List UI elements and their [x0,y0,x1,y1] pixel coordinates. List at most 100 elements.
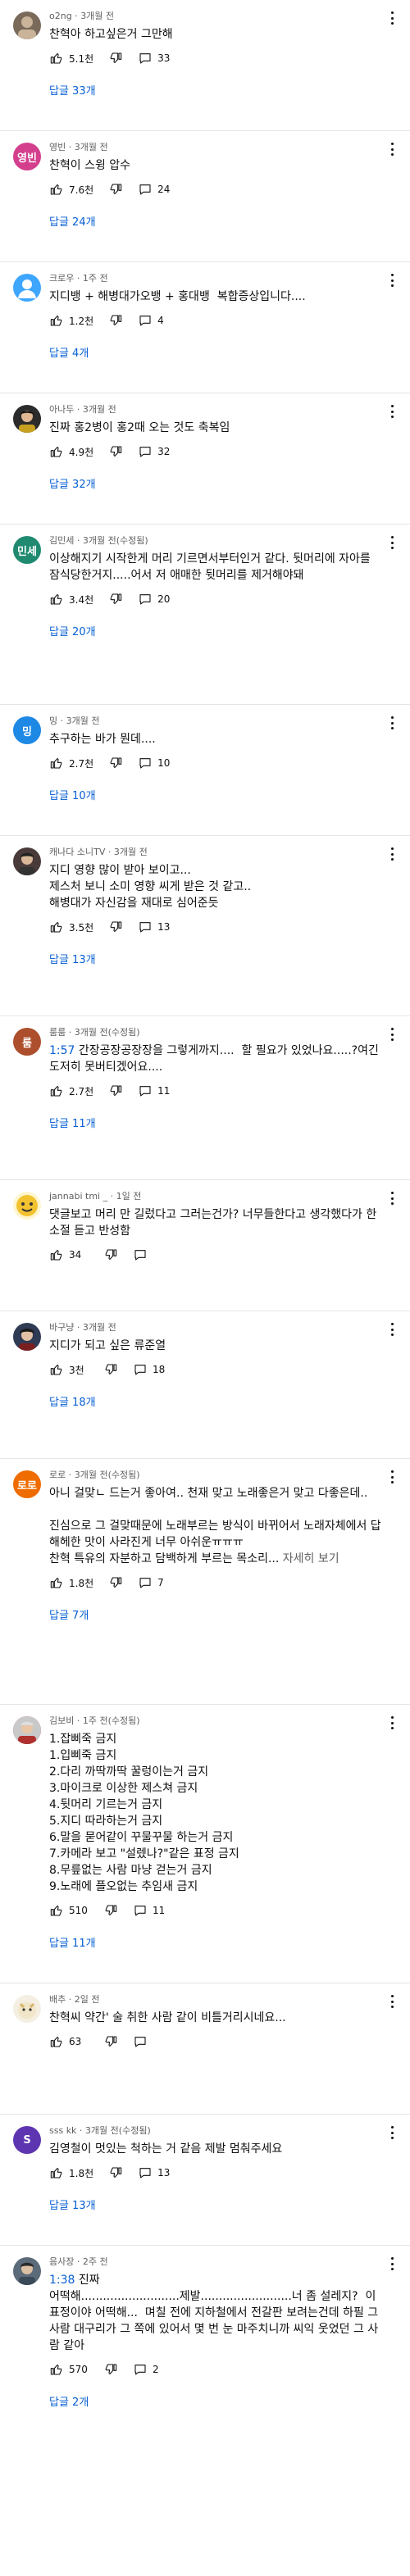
comment-time[interactable]: 3개월 전 [83,1322,116,1333]
thumb-up-icon[interactable] [49,444,64,459]
thumb-up-icon[interactable] [49,51,64,66]
avatar[interactable]: 로로 [13,1470,41,1498]
reply-icon[interactable] [138,592,153,607]
reply-icon[interactable] [138,1084,153,1098]
comment-time[interactable]: 1주 전(수정됨) [83,1715,140,1726]
replies-button[interactable]: 답글 13개 [44,946,101,971]
thumb-up-icon[interactable] [49,756,64,770]
thumb-down-icon[interactable] [108,313,123,328]
thumb-down-icon[interactable] [108,592,123,607]
thumb-up-icon[interactable] [49,2165,64,2180]
thumb-down-icon[interactable] [108,2165,123,2180]
comment-author[interactable]: jannabi tmi _ [49,1191,107,1202]
thumb-down-icon[interactable] [103,2034,118,2049]
thumb-down-icon[interactable] [108,756,123,770]
comment-time[interactable]: 3개월 전 [66,716,100,726]
avatar[interactable] [13,1716,41,1744]
reply-icon[interactable] [138,756,153,770]
comment-author[interactable]: 룸룸 [49,1027,66,1038]
thumb-down-icon[interactable] [103,1362,118,1377]
comment-author[interactable]: 영빈 [49,142,66,152]
avatar[interactable] [13,847,41,875]
more-vert-icon[interactable] [385,141,399,157]
replies-button[interactable]: 답글 10개 [44,782,101,807]
more-vert-icon[interactable] [385,2256,399,2272]
reply-icon[interactable] [138,920,153,934]
more-vert-icon[interactable] [385,272,399,288]
comment-time[interactable]: 3개월 전(수정됨) [75,1470,140,1480]
avatar[interactable]: 민세 [13,536,41,564]
comment-author[interactable]: sss kk [49,2125,76,2136]
more-vert-icon[interactable] [385,1469,399,1485]
comment-author[interactable]: 김민세 [49,535,74,546]
comment-time[interactable]: 3개월 전(수정됨) [85,2125,151,2136]
comment-time[interactable]: 1주 전 [83,273,108,284]
thumb-down-icon[interactable] [103,1247,118,1262]
reply-icon[interactable] [138,51,153,66]
replies-button[interactable]: 답글 7개 [44,1601,93,1627]
reply-icon[interactable] [133,1247,148,1262]
reply-icon[interactable] [133,2034,148,2049]
comment-author[interactable]: o2ng [49,11,72,21]
replies-button[interactable]: 답글 24개 [44,208,101,234]
more-vert-icon[interactable] [385,715,399,731]
avatar[interactable]: 밍 [13,716,41,744]
thumb-down-icon[interactable] [108,444,123,459]
comment-author[interactable]: 아나두 [49,404,74,415]
thumb-down-icon[interactable] [103,1903,118,1918]
avatar[interactable] [13,274,41,302]
replies-button[interactable]: 답글 20개 [44,618,101,643]
replies-button[interactable]: 답글 32개 [44,470,101,496]
replies-button[interactable]: 답글 18개 [44,1388,101,1414]
reply-icon[interactable] [138,182,153,197]
comment-time[interactable]: 1일 전 [116,1191,142,1202]
more-vert-icon[interactable] [385,10,399,26]
reply-icon[interactable] [133,1362,148,1377]
avatar[interactable]: 룸 [13,1028,41,1056]
thumb-up-icon[interactable] [49,1247,64,1262]
comment-time[interactable]: 3개월 전(수정됨) [75,1027,140,1038]
comment-author[interactable]: 음사장 [49,2256,74,2267]
comment-author[interactable]: 로로 [49,1470,66,1480]
timestamp-link[interactable]: 1:57 [49,1044,75,1057]
thumb-down-icon[interactable] [108,1575,123,1590]
avatar[interactable] [13,405,41,433]
thumb-up-icon[interactable] [49,592,64,607]
more-vert-icon[interactable] [385,1190,399,1206]
avatar[interactable] [13,1192,41,1220]
thumb-down-icon[interactable] [103,2362,118,2377]
thumb-up-icon[interactable] [49,1903,64,1918]
reply-icon[interactable] [138,444,153,459]
replies-button[interactable]: 답글 33개 [44,77,101,102]
comment-author[interactable]: 김보비 [49,1715,74,1726]
avatar[interactable] [13,1323,41,1351]
comment-author[interactable]: 캐나다 소니TV [49,847,105,857]
replies-button[interactable]: 답글 13개 [44,2192,101,2217]
avatar[interactable] [13,1995,41,2023]
avatar[interactable] [13,11,41,39]
thumb-up-icon[interactable] [49,182,64,197]
more-vert-icon[interactable] [385,403,399,420]
comment-author[interactable]: 밍 [49,716,57,726]
more-vert-icon[interactable] [385,846,399,862]
comment-time[interactable]: 3개월 전 [83,404,116,415]
more-vert-icon[interactable] [385,1321,399,1338]
comment-author[interactable]: 배추 [49,1994,66,2005]
comment-time[interactable]: 3개월 전 [114,847,148,857]
thumb-up-icon[interactable] [49,2034,64,2049]
avatar[interactable] [13,2257,41,2285]
comment-time[interactable]: 2주 전 [83,2256,108,2267]
avatar[interactable]: 영빈 [13,143,41,170]
more-vert-icon[interactable] [385,534,399,551]
comment-time[interactable]: 3개월 전(수정됨) [83,535,148,546]
more-vert-icon[interactable] [385,2124,399,2141]
thumb-down-icon[interactable] [108,51,123,66]
comment-time[interactable]: 2일 전 [75,1994,100,2005]
thumb-down-icon[interactable] [108,1084,123,1098]
comment-time[interactable]: 3개월 전 [75,142,108,152]
reply-icon[interactable] [133,1903,148,1918]
reply-icon[interactable] [138,313,153,328]
comment-time[interactable]: 3개월 전 [80,11,114,21]
comment-author[interactable]: 크로우 [49,273,74,284]
replies-button[interactable]: 답글 11개 [44,1110,101,1135]
